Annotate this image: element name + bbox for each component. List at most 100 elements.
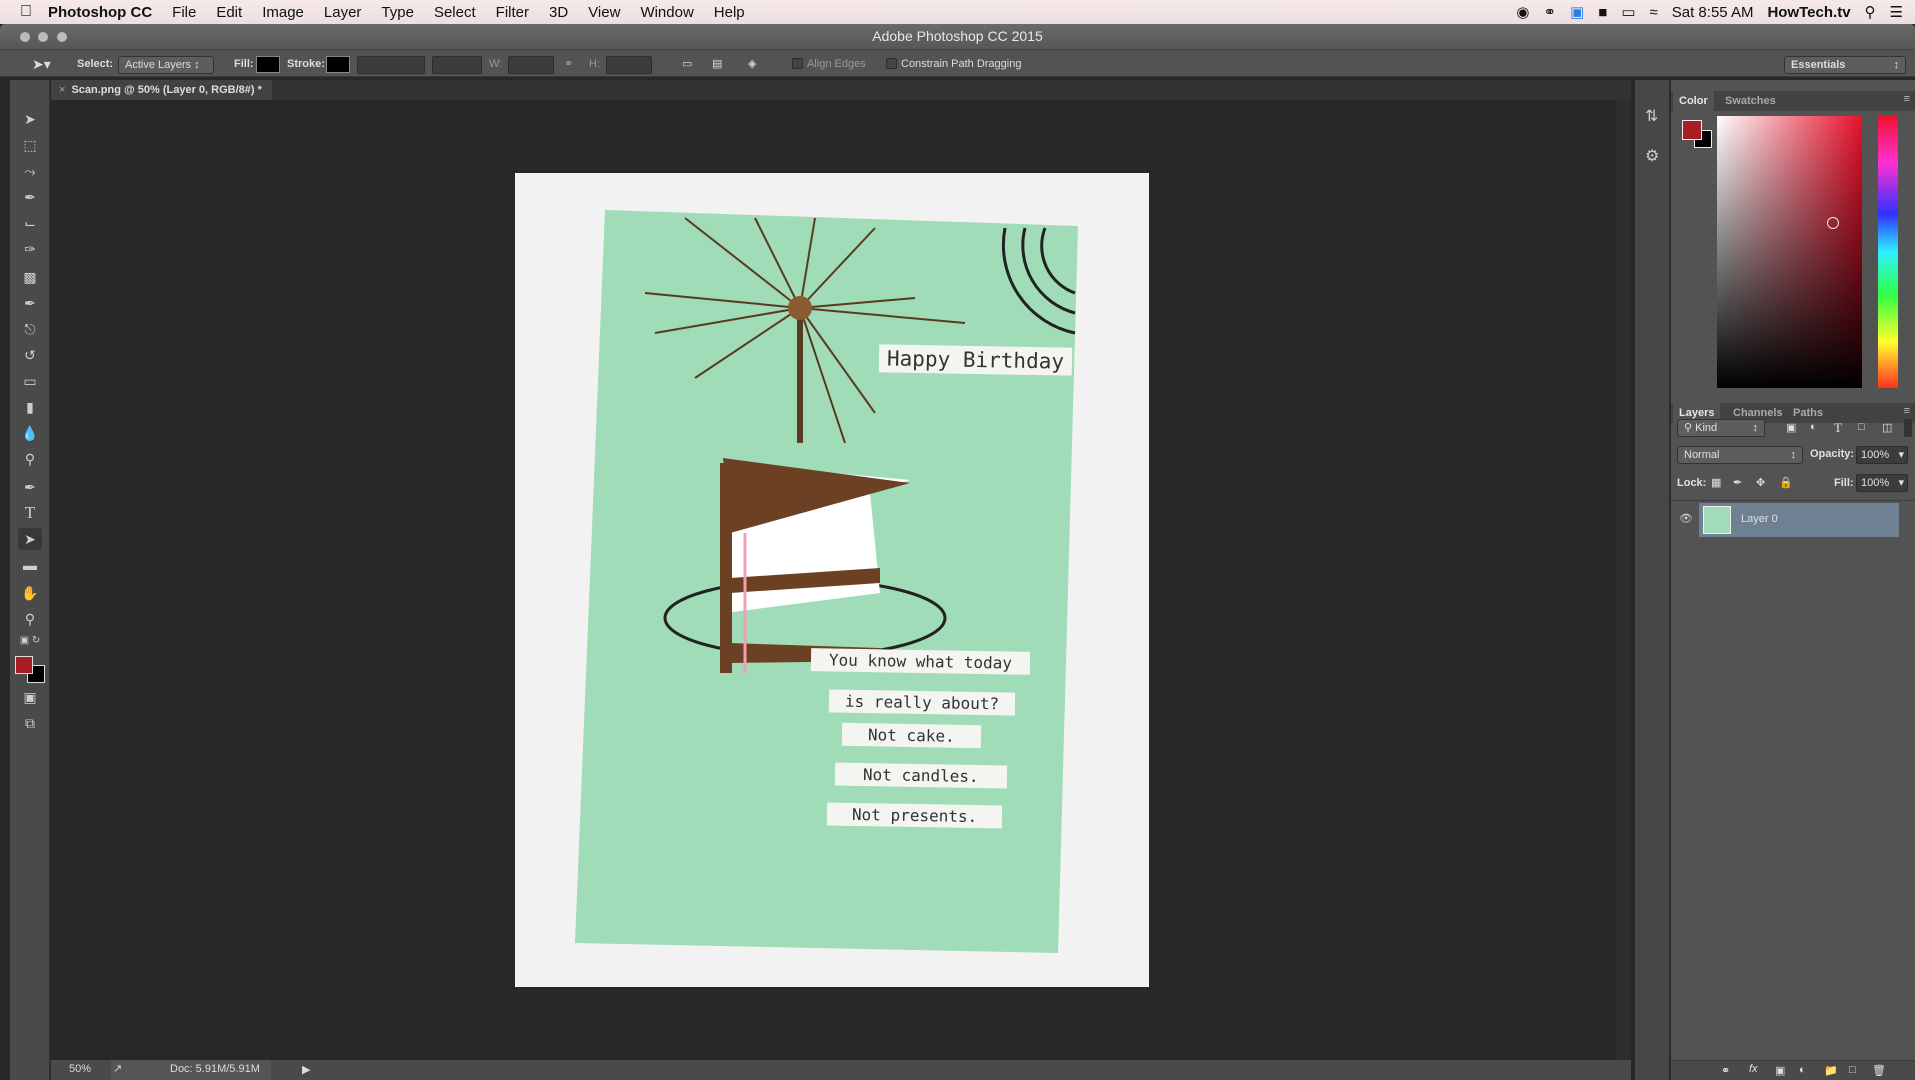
lock-position-icon[interactable]: ✥ <box>1756 476 1765 489</box>
lock-image-icon[interactable]: ✒ <box>1733 476 1742 489</box>
close-window-button[interactable] <box>20 32 30 42</box>
color-field[interactable] <box>1717 116 1862 388</box>
crop-tool-icon[interactable]: ⌙ <box>18 212 42 234</box>
width-field[interactable] <box>508 56 554 74</box>
zoom-level[interactable]: 50% <box>69 1063 91 1075</box>
spotlight-search-icon[interactable]: ⚲ <box>1865 3 1876 21</box>
type-tool-icon[interactable]: T <box>18 502 42 524</box>
menu-window[interactable]: Window <box>640 4 693 21</box>
healing-brush-tool-icon[interactable]: ▩ <box>18 266 42 288</box>
creative-cloud-icon[interactable]: ⚭ <box>1544 3 1557 21</box>
panel-menu-icon[interactable]: ≡ <box>1904 93 1910 105</box>
menu-3d[interactable]: 3D <box>549 4 568 21</box>
fill-opacity-field[interactable]: 100% ▾ <box>1856 474 1908 492</box>
menu-help[interactable]: Help <box>714 4 745 21</box>
user-name[interactable]: HowTech.tv <box>1767 4 1850 21</box>
blend-mode-dropdown[interactable]: Normal ↕ <box>1677 446 1803 464</box>
link-icon[interactable]: ⚭ <box>564 56 573 73</box>
filter-toggle[interactable] <box>1904 419 1912 437</box>
eraser-tool-icon[interactable]: ▭ <box>18 370 42 392</box>
record-icon[interactable]: ◉ <box>1516 3 1529 21</box>
tab-swatches[interactable]: Swatches <box>1719 91 1782 111</box>
path-selection-tool-preset-icon[interactable]: ➤▾ <box>32 56 51 73</box>
menu-filter[interactable]: Filter <box>496 4 529 21</box>
filter-type-icon[interactable]: T <box>1834 420 1842 436</box>
lock-all-icon[interactable]: 🔒 <box>1779 476 1793 489</box>
airplay-icon[interactable]: ▭ <box>1621 3 1635 21</box>
menu-image[interactable]: Image <box>262 4 304 21</box>
quick-mask-icon[interactable]: ▣ <box>18 686 42 708</box>
notification-center-icon[interactable]: ☰ <box>1890 3 1903 21</box>
align-edges-checkbox[interactable]: Align Edges <box>792 56 866 73</box>
apple-icon[interactable]:  <box>20 3 32 21</box>
color-picker-cursor[interactable] <box>1827 217 1839 229</box>
zoom-tool-icon[interactable]: ⚲ <box>18 608 42 630</box>
stroke-width-field[interactable] <box>357 56 425 74</box>
share-icon[interactable]: ↗ <box>113 1062 122 1075</box>
path-operations-icon[interactable]: ▭ <box>682 56 692 73</box>
properties-panel-icon[interactable]: ⚙ <box>1645 146 1659 166</box>
new-group-icon[interactable]: 📁 <box>1824 1064 1838 1077</box>
brush-tool-icon[interactable]: ✒ <box>18 292 42 314</box>
menu-type[interactable]: Type <box>381 4 414 21</box>
status-menu-arrow-icon[interactable]: ▶ <box>302 1063 310 1076</box>
quick-selection-tool-icon[interactable]: ✒ <box>18 186 42 208</box>
filter-adjustment-icon[interactable]: ◐ <box>1810 421 1817 433</box>
close-tab-icon[interactable]: × <box>59 84 65 96</box>
clone-stamp-tool-icon[interactable]: ⎋ <box>18 318 42 340</box>
foreground-color-swatch[interactable] <box>15 656 33 674</box>
path-alignment-icon[interactable]: ▤ <box>712 56 722 73</box>
lasso-tool-icon[interactable]: ⤳ <box>18 160 42 182</box>
pen-tool-icon[interactable]: ✒ <box>18 476 42 498</box>
app-status-icon[interactable]: ■ <box>1598 4 1607 21</box>
filter-shape-icon[interactable]: □ <box>1858 421 1865 433</box>
delete-layer-icon[interactable]: 🗑 <box>1872 1064 1886 1077</box>
history-brush-tool-icon[interactable]: ↺ <box>18 344 42 366</box>
clock[interactable]: Sat 8:55 AM <box>1672 4 1754 21</box>
tab-paths[interactable]: Paths <box>1787 403 1829 423</box>
layer-style-icon[interactable]: fx <box>1749 1063 1758 1075</box>
menu-app-name[interactable]: Photoshop CC <box>48 4 152 21</box>
layer-row-layer-0[interactable]: Layer 0 <box>1699 503 1899 537</box>
screen-mode-icon[interactable]: ⧉ <box>18 712 42 734</box>
select-dropdown[interactable]: Active Layers ↕ <box>118 56 214 74</box>
layer-filter-dropdown[interactable]: ⚲ Kind ↕ <box>1677 419 1765 437</box>
menu-edit[interactable]: Edit <box>216 4 242 21</box>
eyedropper-tool-icon[interactable]: ✑ <box>18 238 42 260</box>
menu-layer[interactable]: Layer <box>324 4 362 21</box>
stroke-swatch[interactable] <box>326 56 350 73</box>
layers-panel-menu-icon[interactable]: ≡ <box>1904 405 1910 417</box>
zoom-window-button[interactable] <box>57 32 67 42</box>
document-tab[interactable]: × Scan.png @ 50% (Layer 0, RGB/8#) * <box>51 80 272 100</box>
history-panel-icon[interactable]: ⇅ <box>1645 106 1658 126</box>
layer-name[interactable]: Layer 0 <box>1741 513 1778 525</box>
path-selection-tool-icon[interactable]: ➤ <box>18 528 42 550</box>
hand-tool-icon[interactable]: ✋ <box>18 582 42 604</box>
canvas-area[interactable]: Happy Birthday You know what today is re… <box>51 100 1613 1060</box>
move-tool-icon[interactable]: ➤ <box>18 108 42 130</box>
dodge-tool-icon[interactable]: ⚲ <box>18 448 42 470</box>
filter-pixel-icon[interactable]: ▣ <box>1786 421 1796 434</box>
filter-smart-object-icon[interactable]: ◫ <box>1882 421 1892 434</box>
height-field[interactable] <box>606 56 652 74</box>
menu-file[interactable]: File <box>172 4 196 21</box>
gradient-tool-icon[interactable]: ▮ <box>18 396 42 418</box>
blur-tool-icon[interactable]: 💧 <box>18 422 42 444</box>
default-colors-icon[interactable]: ▣ ↻ <box>18 630 42 652</box>
stroke-type-dropdown[interactable] <box>432 56 482 74</box>
color-panel-foreground-swatch[interactable] <box>1682 120 1702 140</box>
new-adjustment-layer-icon[interactable]: ◐ <box>1799 1064 1806 1076</box>
rectangle-tool-icon[interactable]: ▬ <box>18 554 42 576</box>
constrain-path-checkbox[interactable]: Constrain Path Dragging <box>886 56 1021 73</box>
workspace-dropdown[interactable]: Essentials ↕ <box>1784 56 1906 74</box>
wifi-icon[interactable]: ≈ <box>1650 4 1658 21</box>
hue-slider[interactable] <box>1878 116 1898 388</box>
lock-transparent-icon[interactable]: ▦ <box>1711 476 1721 489</box>
opacity-field[interactable]: 100% ▾ <box>1856 446 1908 464</box>
layer-visibility-eye-icon[interactable]: 👁 <box>1679 512 1693 525</box>
menu-select[interactable]: Select <box>434 4 476 21</box>
menu-view[interactable]: View <box>588 4 620 21</box>
vertical-scrollbar[interactable] <box>1614 100 1630 1060</box>
document-image[interactable] <box>515 173 1149 987</box>
new-layer-icon[interactable]: □ <box>1849 1064 1856 1076</box>
